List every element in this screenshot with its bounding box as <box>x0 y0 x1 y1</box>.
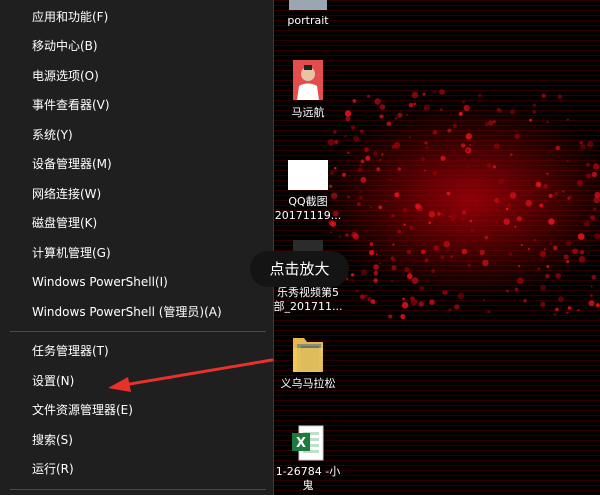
annotation-arrow <box>108 358 274 392</box>
zoom-tooltip[interactable]: 点击放大 <box>250 251 349 287</box>
